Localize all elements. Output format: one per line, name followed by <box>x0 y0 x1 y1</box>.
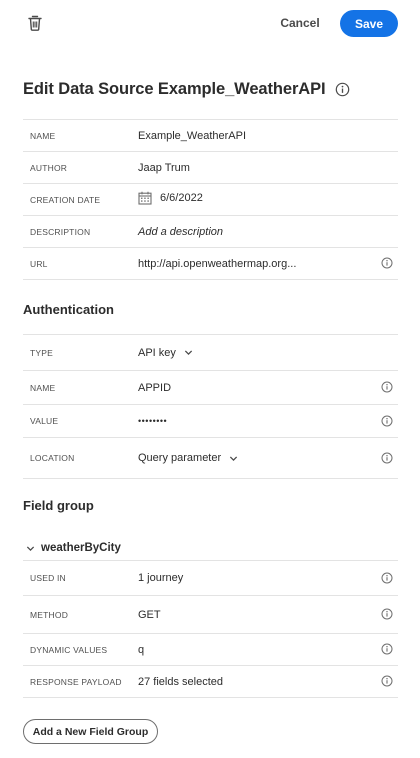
used-in-row: USED IN 1 journey <box>23 560 398 596</box>
trash-icon[interactable] <box>26 14 44 32</box>
auth-location-label: LOCATION <box>30 453 75 463</box>
auth-type-row: TYPE API key <box>23 334 398 371</box>
auth-location-value: Query parameter <box>138 452 222 464</box>
field-group-heading: Field group <box>23 498 94 513</box>
save-button[interactable]: Save <box>340 10 398 37</box>
auth-value-row: VALUE •••••••• <box>23 404 398 438</box>
info-icon[interactable] <box>381 675 393 687</box>
author-row: AUTHOR Jaap Trum <box>23 151 398 184</box>
auth-value-field[interactable]: •••••••• <box>138 405 376 438</box>
chevron-down-icon <box>230 455 238 461</box>
name-label: NAME <box>30 130 56 141</box>
auth-name-row: NAME APPID <box>23 370 398 405</box>
field-group-toggle[interactable]: weatherByCity <box>23 536 398 560</box>
used-in-value: 1 journey <box>138 572 184 584</box>
name-value: Example_WeatherAPI <box>138 129 247 142</box>
calendar-icon <box>138 191 152 205</box>
page-header: Edit Data Source Example_WeatherAPI <box>23 78 350 100</box>
info-icon[interactable] <box>381 608 393 620</box>
authentication-heading: Authentication <box>23 302 114 317</box>
response-payload-label: RESPONSE PAYLOAD <box>30 676 122 687</box>
dynamic-values-label: DYNAMIC VALUES <box>30 644 108 655</box>
name-row: NAME Example_WeatherAPI <box>23 119 398 152</box>
dynamic-values-row: DYNAMIC VALUES q <box>23 633 398 666</box>
auth-value-label: VALUE <box>30 416 59 426</box>
dynamic-values-value: q <box>138 643 145 656</box>
author-value: Jaap Trum <box>138 161 190 174</box>
field-group-name: weatherByCity <box>41 542 121 554</box>
info-icon[interactable] <box>381 643 393 655</box>
auth-name-label: NAME <box>30 382 56 393</box>
cancel-button[interactable]: Cancel <box>272 10 328 36</box>
url-row: URL http://api.openweathermap.org... <box>23 247 398 280</box>
auth-type-label: TYPE <box>30 347 54 358</box>
url-value: http://api.openweathermap.org... <box>138 257 297 270</box>
info-icon[interactable] <box>381 572 393 584</box>
details-table: NAME Example_WeatherAPI AUTHOR Jaap Trum… <box>23 119 398 280</box>
method-row: METHOD GET <box>23 595 398 634</box>
used-in-label: USED IN <box>30 573 66 583</box>
field-group-table: USED IN 1 journey METHOD GET DYNAMIC VAL… <box>23 560 398 698</box>
chevron-down-icon <box>26 545 35 551</box>
info-icon[interactable] <box>381 257 393 269</box>
info-icon[interactable] <box>381 381 393 393</box>
auth-type-dropdown[interactable]: API key <box>138 347 193 359</box>
info-icon[interactable] <box>335 82 350 97</box>
creation-date-value: 6/6/2022 <box>160 192 203 204</box>
description-label: DESCRIPTION <box>30 226 91 237</box>
description-field[interactable]: Add a description <box>138 216 376 248</box>
description-row: DESCRIPTION Add a description <box>23 215 398 248</box>
url-label: URL <box>30 258 48 269</box>
response-payload-row: RESPONSE PAYLOAD 27 fields selected <box>23 665 398 698</box>
creation-date-row: CREATION DATE 6/6/2022 <box>23 183 398 216</box>
info-icon[interactable] <box>381 452 393 464</box>
creation-date-label: CREATION DATE <box>30 194 101 205</box>
auth-name-value[interactable]: APPID <box>138 371 376 405</box>
auth-type-value: API key <box>138 346 176 359</box>
auth-location-dropdown[interactable]: Query parameter <box>138 452 238 464</box>
method-value: GET <box>138 608 161 621</box>
method-label: METHOD <box>30 609 69 620</box>
response-payload-value[interactable]: 27 fields selected <box>138 666 376 698</box>
add-field-group-button[interactable]: Add a New Field Group <box>23 719 158 744</box>
authentication-table: TYPE API key NAME APPID VALUE •••••••• L… <box>23 334 398 479</box>
info-icon[interactable] <box>381 415 393 427</box>
page-title: Edit Data Source Example_WeatherAPI <box>23 79 326 98</box>
top-toolbar: Cancel Save <box>0 0 420 46</box>
auth-location-row: LOCATION Query parameter <box>23 437 398 479</box>
author-label: AUTHOR <box>30 162 68 173</box>
chevron-down-icon <box>184 350 193 356</box>
